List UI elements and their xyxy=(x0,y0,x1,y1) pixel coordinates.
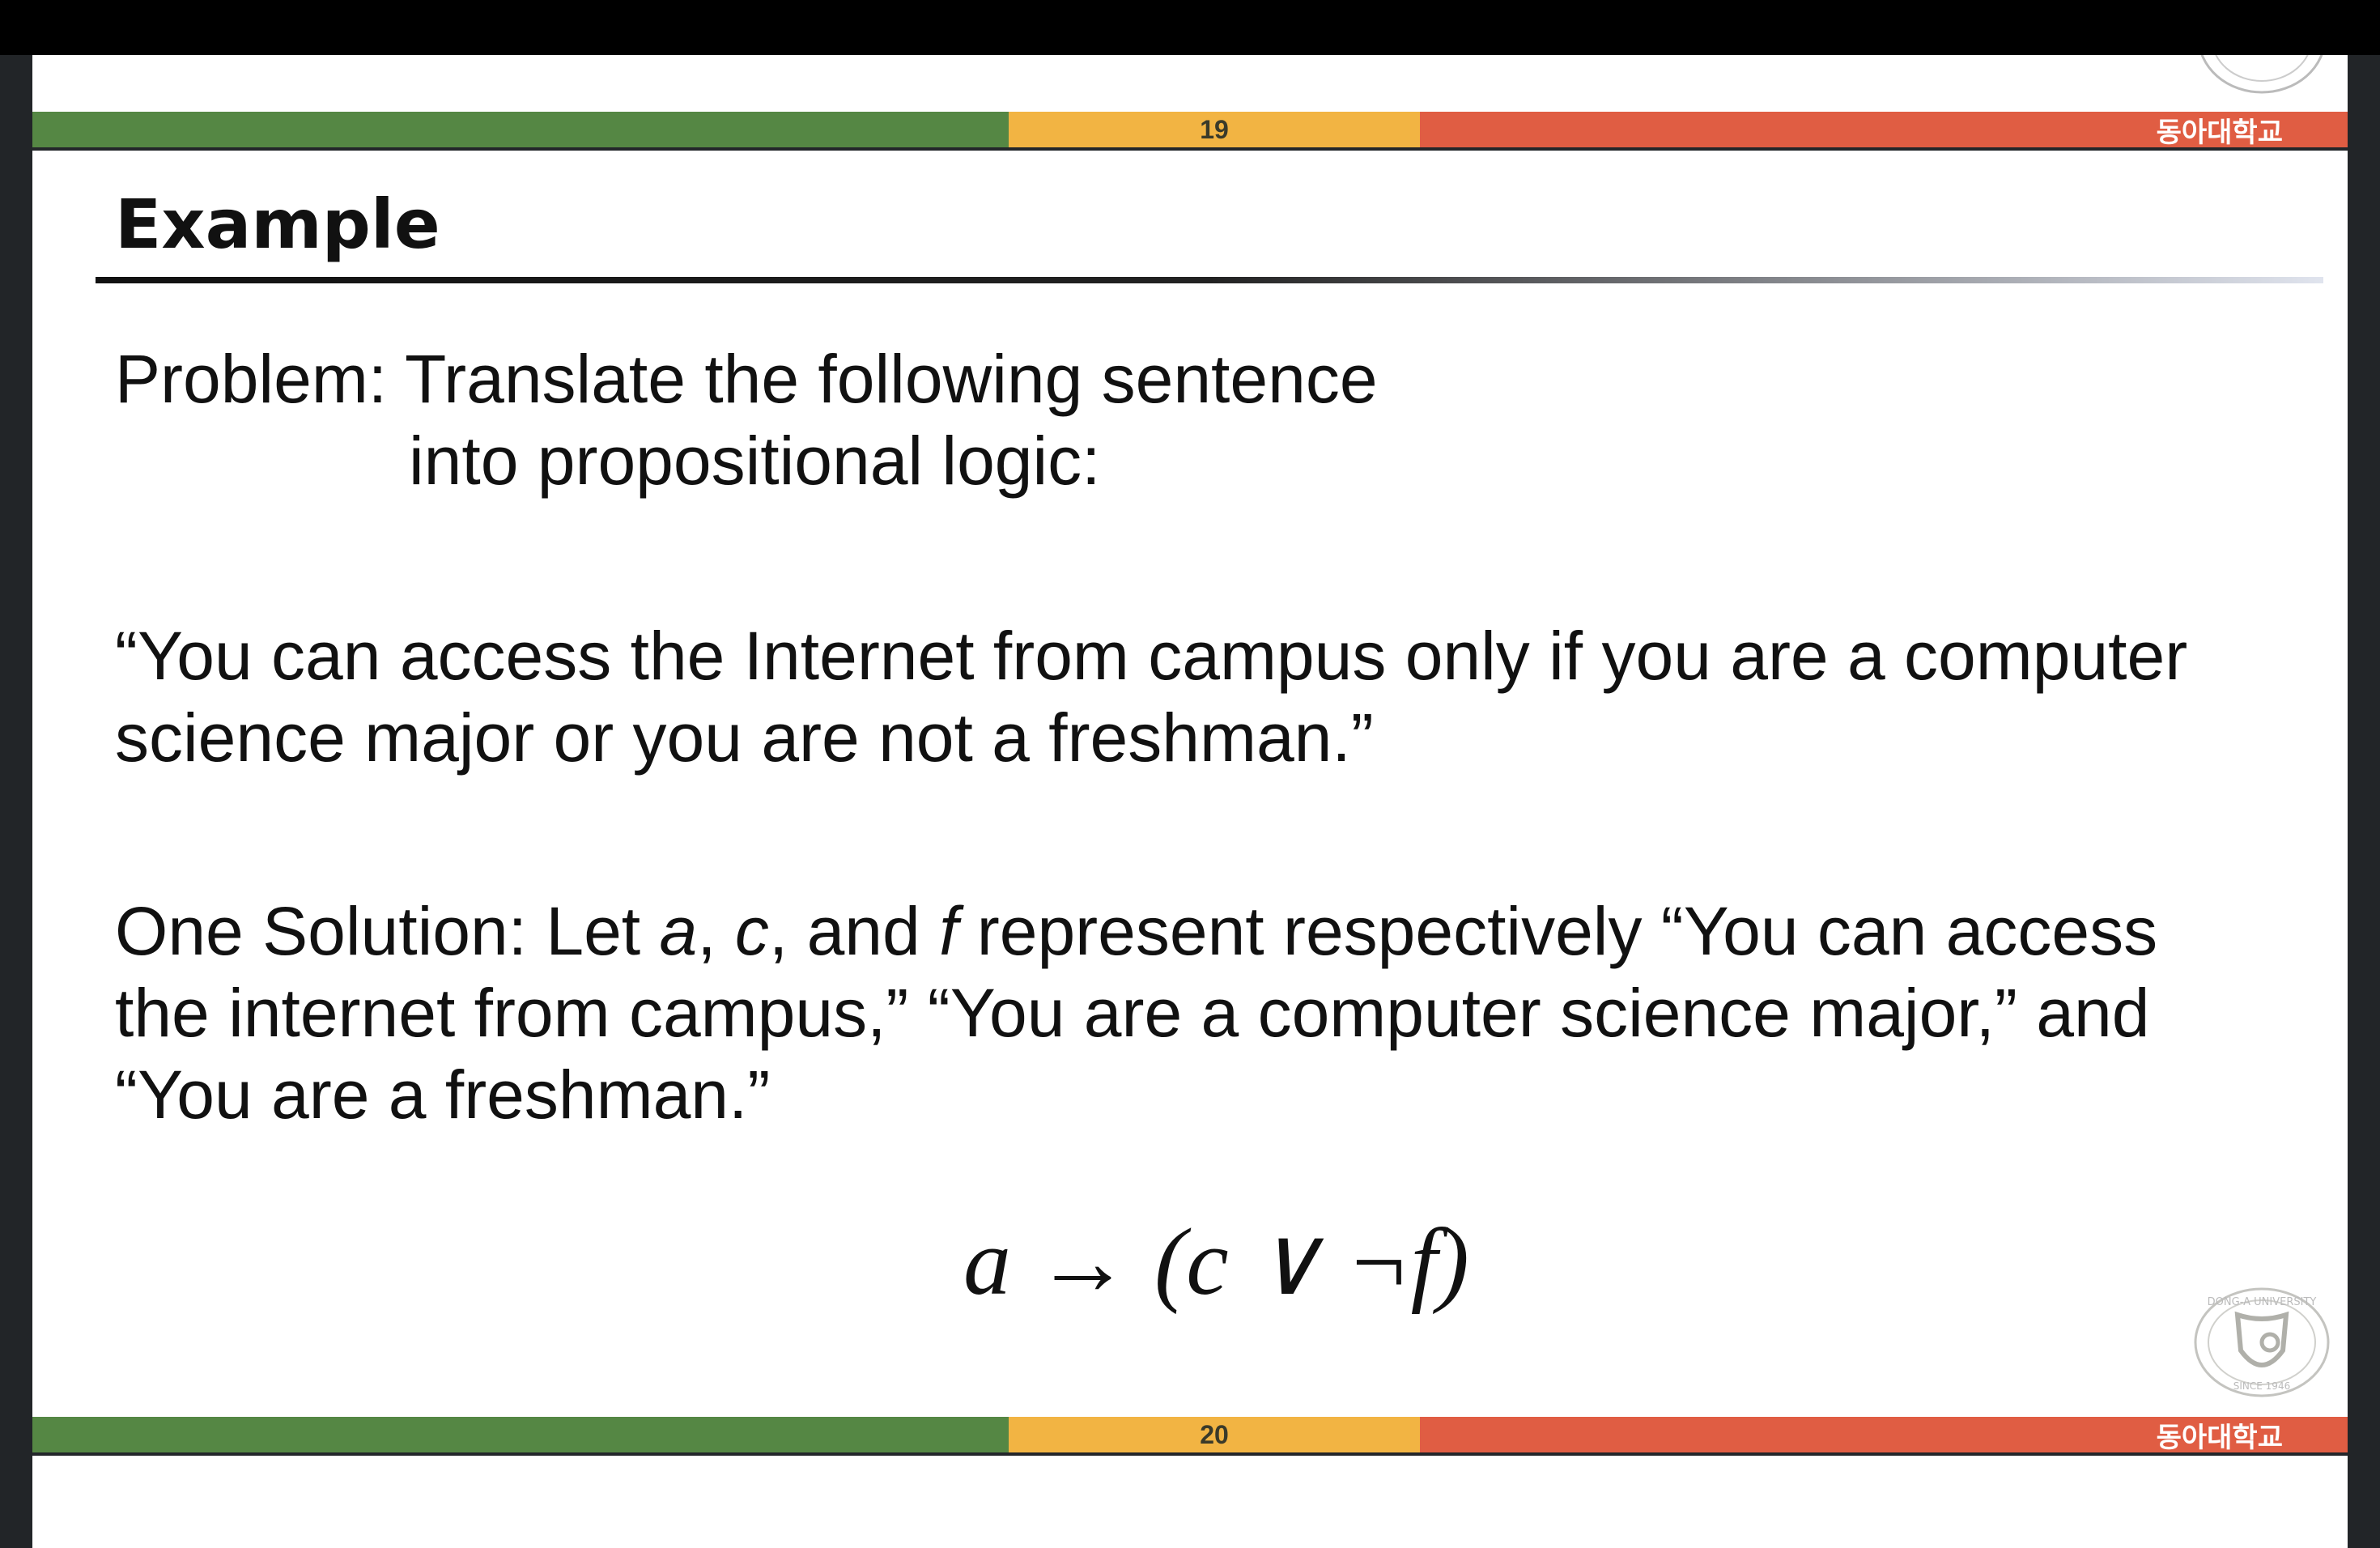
var-a: a xyxy=(659,893,698,969)
var-c: c xyxy=(734,893,769,969)
slide-title: Example xyxy=(115,185,440,264)
solution-and: and xyxy=(806,893,920,969)
quote-text: “You can access the Internet from campus… xyxy=(115,615,2187,779)
quote-line-1: “You can access the Internet from campus… xyxy=(115,618,2188,694)
slide-header-bar-next: 20 동아대학교 xyxy=(32,1417,2348,1456)
solution-line-1-rest: represent respectively “You can access xyxy=(976,893,2158,969)
solution-label: One Solution: xyxy=(115,893,528,969)
university-name: 동아대학교 xyxy=(1420,1417,2348,1454)
slide-view: 19 동아대학교 Example Problem: Translate the … xyxy=(32,55,2348,1548)
slide-header-bar: 19 동아대학교 xyxy=(32,112,2348,151)
page-number: 19 xyxy=(1009,112,1420,147)
formula: a → (c ∨ ¬f) xyxy=(963,1205,1469,1317)
quote-line-2: science major or you are not a freshman.… xyxy=(115,700,1374,776)
seal-text: DONG-A UNIVERSITY xyxy=(2208,1296,2317,1308)
university-seal-icon: DONG-A UNIVERSITY SINCE 1946 xyxy=(2194,1287,2330,1397)
problem-line-1: Translate the following sentence xyxy=(404,341,1378,417)
problem-label: Problem: xyxy=(115,341,388,417)
university-name: 동아대학교 xyxy=(1420,112,2348,149)
solution-line-3: “You are a freshman.” xyxy=(115,1057,771,1133)
formula-text: a → (c ∨ ¬f) xyxy=(963,1209,1469,1315)
solution-line-2: the internet from campus,” “You are a co… xyxy=(115,975,2150,1051)
solution-text: One Solution: Let a, c, and f represent … xyxy=(115,891,2157,1136)
problem-text: Problem: Translate the following sentenc… xyxy=(115,338,1378,502)
problem-line-2: into propositional logic: xyxy=(409,423,1101,499)
page-number: 20 xyxy=(1009,1417,1420,1452)
seal-text-bottom: SINCE 1946 xyxy=(2233,1380,2290,1392)
solution-let: Let xyxy=(546,893,641,969)
right-scrollbar-area[interactable] xyxy=(2348,55,2380,1548)
var-f: f xyxy=(939,893,958,969)
title-underline xyxy=(96,277,2323,283)
university-seal-icon xyxy=(2200,55,2323,94)
left-window-border xyxy=(0,55,32,1548)
